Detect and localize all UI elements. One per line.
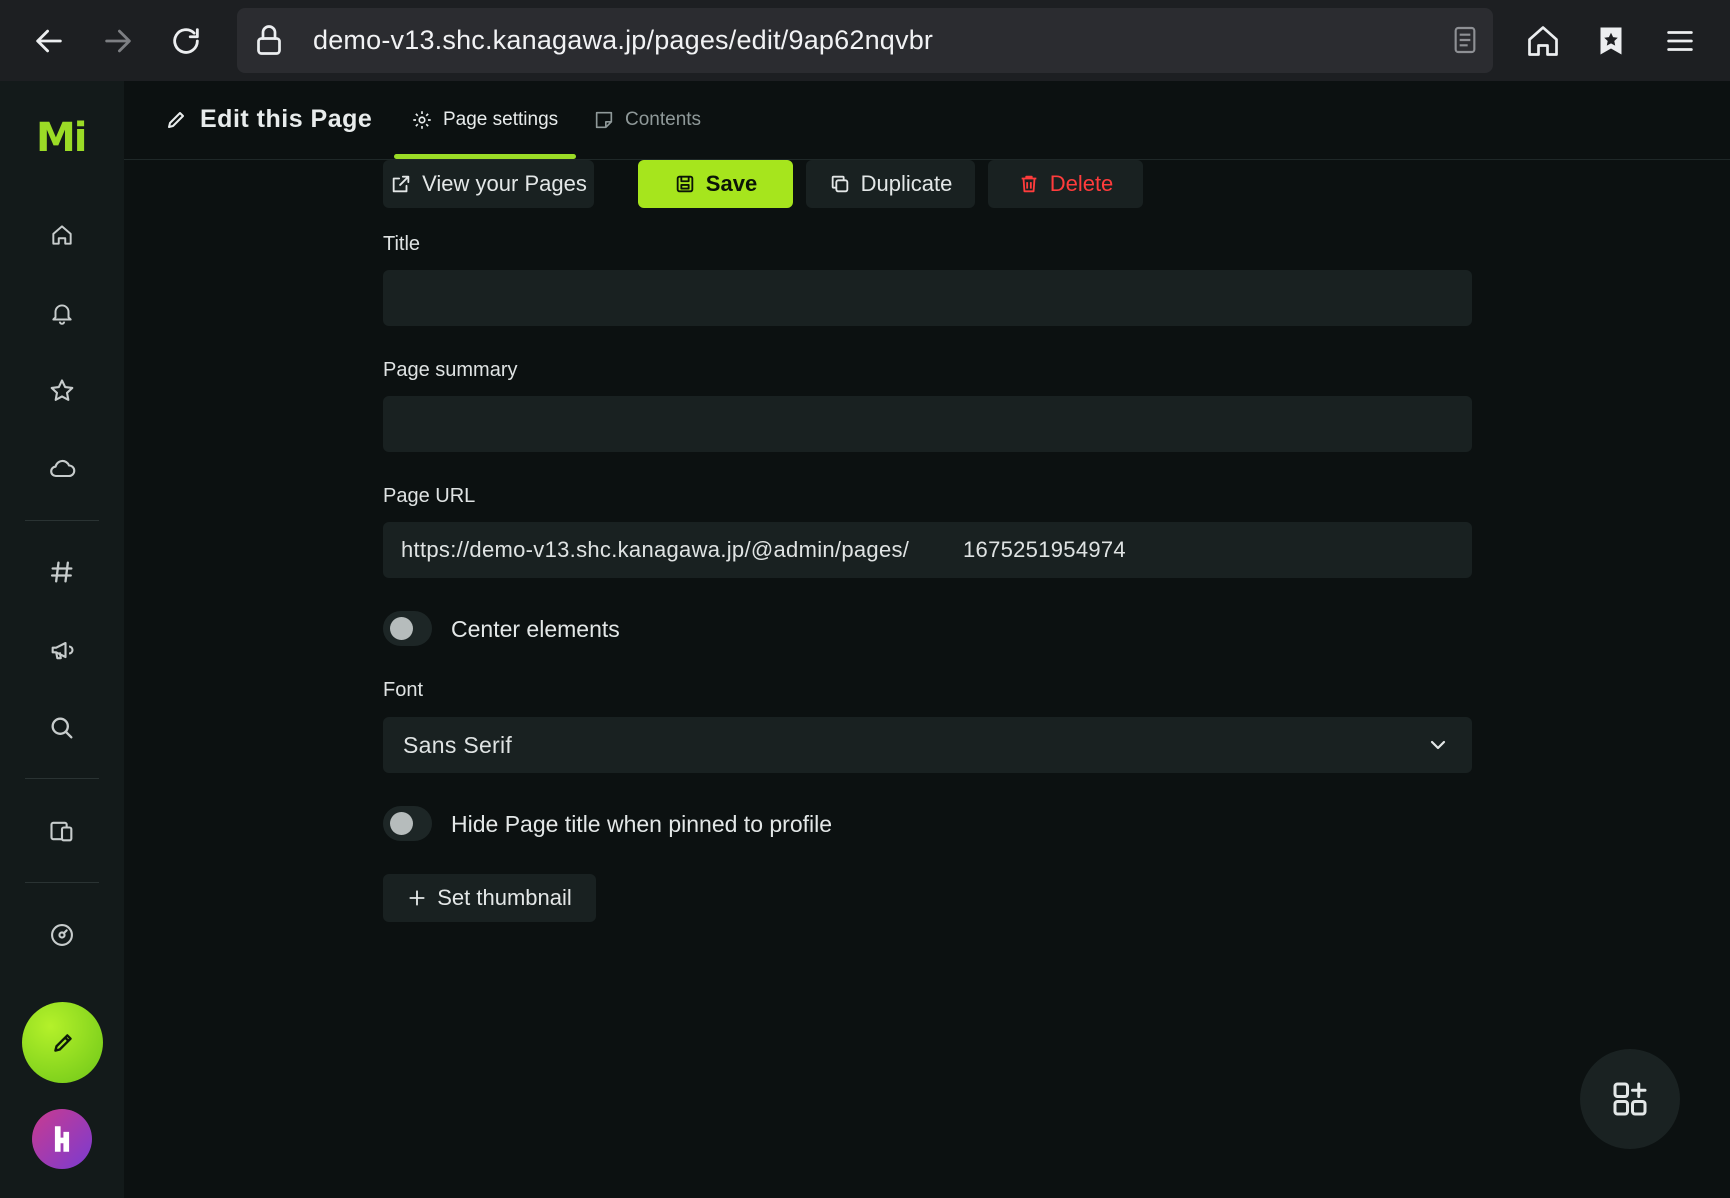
tab-label: Page settings xyxy=(443,109,559,130)
search-icon xyxy=(51,717,73,739)
forward-button[interactable] xyxy=(93,16,143,66)
bell-icon xyxy=(52,304,72,325)
gauge-icon xyxy=(51,924,73,946)
hamburger-icon xyxy=(1667,31,1693,51)
view-pages-button[interactable]: View your Pages xyxy=(383,160,594,208)
summary-input[interactable] xyxy=(383,396,1472,452)
app-sidebar: Mi xyxy=(0,81,124,1198)
summary-label: Page summary xyxy=(383,359,518,381)
copy-icon xyxy=(831,175,848,193)
page-header: Edit this Page Page settings Contents xyxy=(124,81,1730,160)
back-button[interactable] xyxy=(24,16,74,66)
widgets-button[interactable] xyxy=(1580,1049,1680,1149)
font-select[interactable]: Sans Serif xyxy=(383,717,1472,773)
star-icon xyxy=(50,379,74,401)
pencil-icon xyxy=(168,111,184,128)
duplicate-button[interactable]: Duplicate xyxy=(806,160,975,208)
chevron-down-icon xyxy=(1430,740,1446,750)
set-thumbnail-button[interactable]: Set thumbnail xyxy=(383,874,596,922)
arrow-left-icon xyxy=(36,29,62,53)
page-title: Edit this Page xyxy=(164,105,372,134)
misskey-logo[interactable]: Mi xyxy=(36,115,87,161)
url-text: demo-v13.shc.kanagawa.jp/pages/edit/9ap6… xyxy=(313,25,934,55)
font-label: Font xyxy=(383,679,424,701)
title-label: Title xyxy=(383,233,421,255)
external-link-icon xyxy=(392,175,410,193)
add-widget-icon xyxy=(1613,1082,1647,1116)
sidebar-item-hashtags[interactable] xyxy=(42,552,82,592)
hide-title-label: Hide Page title when pinned to profile xyxy=(451,811,833,837)
sidebar-item-search[interactable] xyxy=(42,708,82,748)
title-input[interactable] xyxy=(383,270,1472,326)
url-input-value: 1675251954974 xyxy=(963,537,1126,562)
button-label: View your Pages xyxy=(422,171,587,196)
cloud-icon xyxy=(50,459,76,478)
megaphone-icon xyxy=(51,641,74,660)
sidebar-item-control-panel[interactable] xyxy=(42,915,82,955)
reload-icon xyxy=(173,28,199,54)
button-label: Delete xyxy=(1049,171,1114,196)
reader-mode-icon[interactable] xyxy=(1449,24,1481,56)
pencil-icon xyxy=(53,1033,72,1052)
bookmark-star-icon xyxy=(1600,27,1622,55)
hashtag-icon xyxy=(50,561,73,583)
url-label: Page URL xyxy=(383,485,476,507)
avatar-glyph-icon xyxy=(54,1126,70,1152)
sidebar-divider xyxy=(25,778,99,779)
delete-button[interactable]: Delete xyxy=(988,160,1143,208)
page-title-text: Edit this Page xyxy=(200,105,373,133)
home-icon xyxy=(1528,26,1558,56)
sidebar-item-announcements[interactable] xyxy=(42,630,82,670)
toggle-knob xyxy=(390,812,413,835)
note-icon xyxy=(595,111,613,129)
center-elements-label: Center elements xyxy=(451,616,620,642)
tab-contents[interactable]: Contents xyxy=(593,109,701,131)
user-avatar[interactable] xyxy=(32,1109,92,1169)
sidebar-divider xyxy=(25,882,99,883)
hide-title-toggle[interactable] xyxy=(383,806,432,841)
toggle-knob xyxy=(390,617,413,640)
url-prefix: https://demo-v13.shc.kanagawa.jp/@admin/… xyxy=(401,537,910,562)
button-label: Set thumbnail xyxy=(437,885,572,910)
reload-button[interactable] xyxy=(161,16,211,66)
tab-label: Contents xyxy=(625,109,702,130)
lock-icon xyxy=(251,22,287,58)
tab-page-settings[interactable]: Page settings xyxy=(411,109,558,131)
font-select-value: Sans Serif xyxy=(403,732,513,758)
button-label: Save xyxy=(705,171,758,196)
plus-icon xyxy=(409,890,425,906)
sidebar-item-drive[interactable] xyxy=(42,449,82,489)
sidebar-item-home[interactable] xyxy=(42,215,82,255)
sidebar-item-favorites[interactable] xyxy=(42,371,82,411)
address-bar[interactable]: demo-v13.shc.kanagawa.jp/pages/edit/9ap6… xyxy=(237,8,1493,73)
sidebar-item-notifications[interactable] xyxy=(42,293,82,333)
compose-note-button[interactable] xyxy=(22,1002,103,1083)
home-icon xyxy=(52,225,72,245)
url-input[interactable]: https://demo-v13.shc.kanagawa.jp/@admin/… xyxy=(383,522,1472,578)
browser-toolbar: demo-v13.shc.kanagawa.jp/pages/edit/9ap6… xyxy=(0,0,1730,81)
devices-icon xyxy=(50,821,73,842)
save-button[interactable]: Save xyxy=(638,160,793,208)
bookmarks-button[interactable] xyxy=(1586,16,1636,66)
sidebar-item-devices[interactable] xyxy=(42,811,82,851)
browser-home-button[interactable] xyxy=(1518,16,1568,66)
save-icon xyxy=(676,175,694,193)
browser-menu-button[interactable] xyxy=(1655,16,1705,66)
center-elements-toggle[interactable] xyxy=(383,611,432,646)
button-label: Duplicate xyxy=(860,171,953,196)
active-tab-indicator xyxy=(394,154,576,159)
trash-icon xyxy=(1021,175,1037,193)
gear-icon xyxy=(413,111,431,129)
sidebar-divider xyxy=(25,520,99,521)
arrow-right-icon xyxy=(105,29,131,53)
